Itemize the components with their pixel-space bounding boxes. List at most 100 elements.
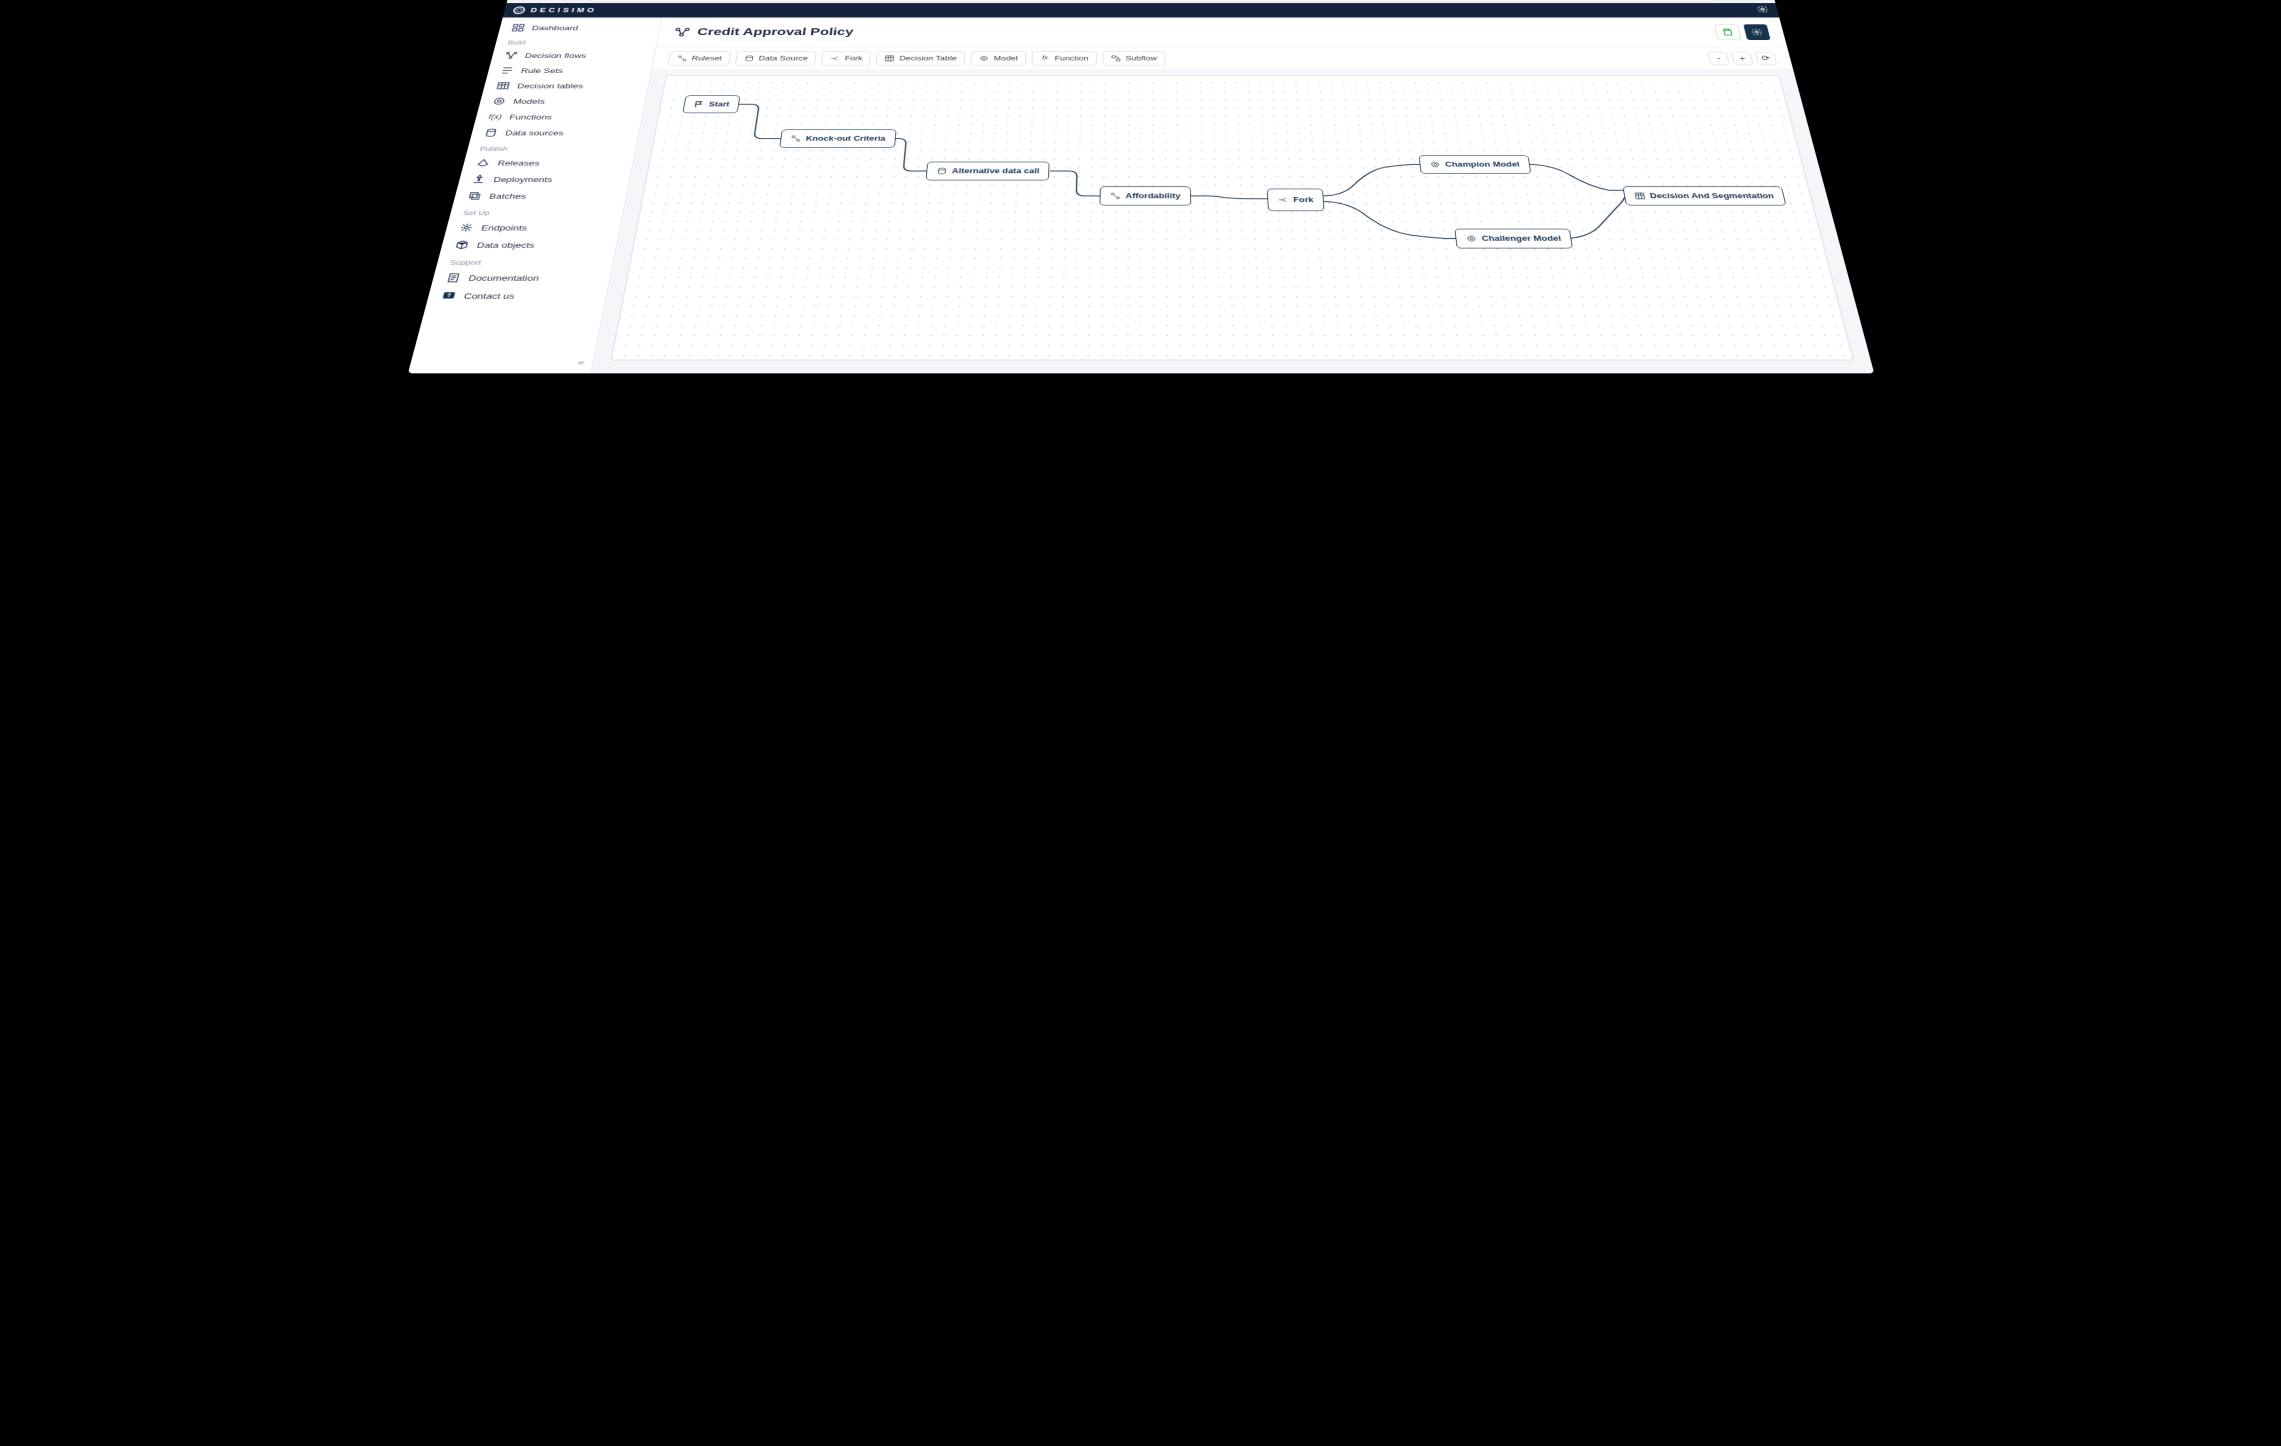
sidebar-section-setup: Set up	[448, 204, 623, 219]
node-label: Start	[708, 101, 730, 108]
flow-icon	[672, 27, 690, 38]
sidebar-item-label: Decision flows	[524, 52, 587, 59]
flow-node-altdata[interactable]: Alternative data call	[925, 162, 1049, 181]
zoom-fit-button[interactable]: ⟳	[1754, 52, 1777, 65]
zoom-in-button[interactable]: +	[1730, 52, 1752, 65]
tool-model[interactable]: Model	[970, 51, 1026, 65]
sidebar-section-build: Build	[494, 35, 657, 48]
batch-icon	[466, 191, 483, 201]
browser-window: Decisimo - Decision Intelligence × + ← →…	[407, 0, 1873, 373]
node-label: Champion Model	[1444, 161, 1519, 169]
sidebar-item-label: Documentation	[467, 273, 539, 282]
fork-icon	[829, 55, 840, 62]
sidebar-item-label: Contact us	[463, 291, 516, 300]
brand-name: DECISIMO	[529, 7, 597, 14]
rules-icon	[499, 66, 515, 75]
deploy-icon	[470, 174, 487, 184]
model-icon	[1465, 234, 1477, 242]
main-content: Credit Approval Policy	[591, 18, 1874, 374]
model-icon	[978, 55, 989, 62]
flow-node-afford[interactable]: Affordability	[1099, 186, 1190, 205]
contact-icon: ?	[440, 290, 457, 301]
release-icon	[475, 158, 491, 168]
sidebar-item-deployments[interactable]: Deployments	[457, 171, 630, 188]
page-header: Credit Approval Policy	[656, 18, 1787, 47]
sidebar-item-releases[interactable]: Releases	[461, 155, 633, 171]
tool-label: Fork	[844, 55, 863, 62]
tool-function[interactable]: fx Function	[1031, 51, 1096, 65]
sidebar-item-data-sources[interactable]: Data sources	[469, 125, 639, 141]
sidebar-item-models[interactable]: Models	[478, 93, 646, 109]
toolbar: Ruleset Data Source Fork Decision T	[652, 47, 1793, 69]
sidebar-item-dashboard[interactable]: Dashboard	[498, 20, 661, 35]
flow-node-start[interactable]: Start	[682, 95, 740, 113]
sidebar-item-label: Rule Sets	[520, 67, 564, 75]
header-settings-button[interactable]	[1755, 5, 1769, 15]
sidebar-section-publish: Publish	[466, 141, 637, 155]
tool-label: Model	[993, 55, 1018, 62]
sidebar-item-rule-sets[interactable]: Rule Sets	[486, 63, 652, 78]
sidebar-item-label: Batches	[488, 192, 527, 200]
sidebar-item-documentation[interactable]: Documentation	[430, 269, 610, 287]
sidebar-item-functions[interactable]: f(x) Functions	[474, 109, 643, 125]
sidebar-item-label: Endpoints	[480, 223, 528, 232]
tool-decision-table[interactable]: Decision Table	[875, 51, 965, 65]
fork-icon	[1277, 196, 1288, 204]
sidebar-item-decision-flows[interactable]: Decision flows	[490, 48, 655, 63]
function-icon: f(x)	[487, 112, 503, 121]
endpoint-icon	[457, 222, 474, 232]
tool-subflow[interactable]: Subflow	[1102, 51, 1165, 65]
model-icon	[1429, 161, 1441, 169]
tool-label: Function	[1054, 55, 1088, 62]
address-bar[interactable]: 🔒	[584, 0, 1719, 1]
tool-fork[interactable]: Fork	[820, 51, 870, 65]
flow-node-knockout[interactable]: Knock-out Criteria	[779, 129, 896, 147]
ruleset-icon	[1109, 192, 1120, 200]
brand-logo-icon	[512, 6, 526, 14]
subflow-icon	[1110, 55, 1120, 62]
flow-node-decision[interactable]: Decision And Segmentation	[1622, 186, 1786, 205]
ruleset-icon	[789, 135, 801, 142]
model-icon	[491, 97, 507, 106]
app-header: DECISIMO	[502, 3, 1779, 17]
sidebar-item-endpoints[interactable]: Endpoints	[444, 219, 621, 236]
save-button[interactable]	[1714, 24, 1741, 40]
node-label: Decision And Segmentation	[1649, 192, 1775, 200]
settings-button[interactable]	[1743, 24, 1770, 40]
node-label: Challenger Model	[1481, 234, 1561, 242]
flow-node-challenger[interactable]: Challenger Model	[1454, 229, 1572, 249]
dataobject-icon	[453, 240, 470, 250]
doc-icon	[444, 272, 461, 283]
collapse-sidebar-button[interactable]: «	[577, 357, 585, 367]
dashboard-icon	[510, 23, 525, 32]
sidebar-item-label: Functions	[508, 113, 553, 121]
sidebar-item-label: Decision tables	[516, 82, 584, 90]
zoom-out-button[interactable]: -	[1707, 52, 1729, 65]
sidebar-item-label: Releases	[496, 159, 540, 167]
tool-label: Subflow	[1125, 55, 1157, 62]
flow-node-champion[interactable]: Champion Model	[1418, 155, 1530, 174]
tool-ruleset[interactable]: Ruleset	[667, 51, 731, 65]
table-icon	[495, 81, 511, 90]
function-icon: fx	[1039, 55, 1050, 62]
datasource-icon	[482, 128, 498, 138]
sidebar-item-label: Data sources	[504, 129, 564, 137]
node-label: Knock-out Criteria	[805, 135, 886, 142]
tool-label: Decision Table	[899, 55, 957, 62]
node-label: Affordability	[1125, 192, 1180, 200]
sidebar-item-batches[interactable]: Batches	[452, 188, 627, 205]
sidebar-section-support: Support	[435, 254, 614, 269]
sidebar-item-label: Deployments	[492, 175, 553, 183]
sidebar-item-contact[interactable]: ? Contact us	[426, 287, 608, 305]
sidebar-item-data-objects[interactable]: Data objects	[439, 236, 617, 253]
sidebar-item-label: Models	[512, 97, 545, 105]
flow-canvas[interactable]: Start Knock-out Criteria Alternative dat…	[610, 75, 1854, 361]
sidebar-item-decision-tables[interactable]: Decision tables	[482, 78, 649, 93]
flag-icon	[693, 101, 705, 108]
flow-node-fork[interactable]: Fork	[1266, 189, 1324, 211]
tool-data-source[interactable]: Data Source	[734, 51, 816, 65]
datasource-icon	[743, 55, 754, 62]
flow-icon	[503, 51, 519, 60]
table-icon	[1633, 192, 1645, 200]
page-title: Credit Approval Policy	[696, 27, 854, 38]
